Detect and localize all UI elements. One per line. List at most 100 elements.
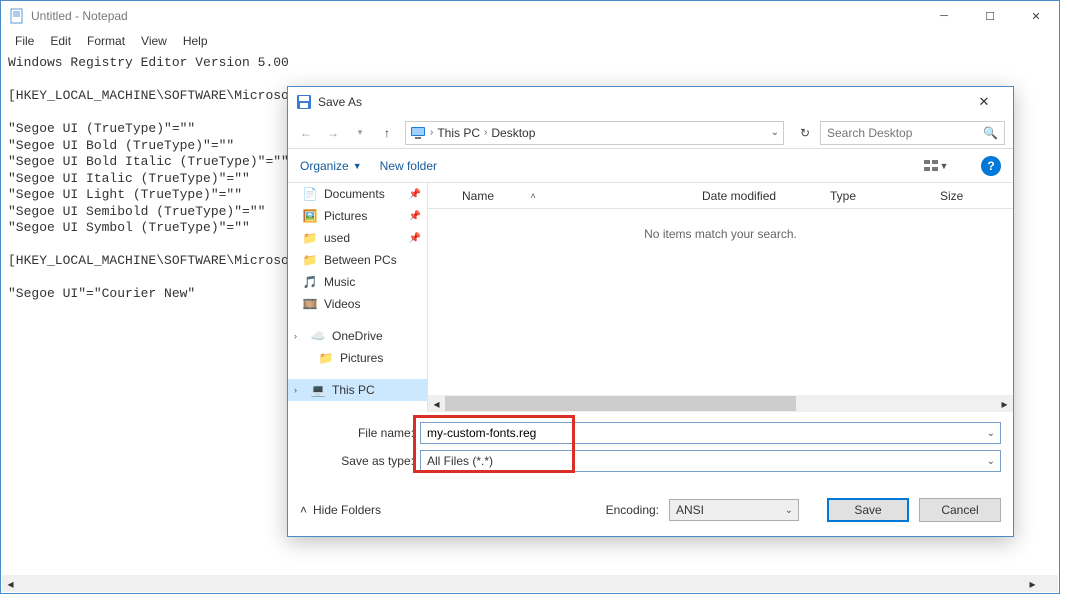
breadcrumb-folder[interactable]: Desktop [491,126,535,140]
navigation-pane[interactable]: 📄Documents📌 🖼️Pictures📌 📁used📌 📁Between … [288,183,428,412]
address-dropdown-icon[interactable]: ⌄ [771,127,779,138]
dialog-close-button[interactable]: ✕ [963,88,1005,116]
chevron-right-icon[interactable]: › [294,331,304,341]
notepad-hscrollbar[interactable]: ◂ ▸ [2,575,1041,592]
nav-item-videos[interactable]: 🎞️Videos [288,293,427,315]
search-icon[interactable]: 🔍 [983,126,998,140]
file-list-hscrollbar[interactable]: ◂ ▸ [428,395,1013,412]
this-pc-icon [410,125,426,141]
menu-format[interactable]: Format [79,32,133,50]
column-date[interactable]: Date modified [692,189,820,203]
file-list-pane[interactable]: Name Date modified Type Size No items ma… [428,183,1013,412]
search-input[interactable] [827,126,983,140]
save-icon [296,94,312,110]
nav-item-onedrive[interactable]: ›☁️OneDrive [288,325,427,347]
chevron-down-icon[interactable]: ⌄ [785,505,793,516]
close-button[interactable]: ✕ [1013,1,1059,31]
scroll-right-icon[interactable]: ▸ [1024,575,1041,592]
new-folder-button[interactable]: New folder [380,159,437,173]
chevron-right-icon[interactable]: › [484,127,487,138]
saveastype-label: Save as type: [300,454,420,468]
nav-item-documents[interactable]: 📄Documents📌 [288,183,427,205]
maximize-button[interactable]: ☐ [967,1,1013,31]
forward-button[interactable]: → [321,121,345,145]
scroll-thumb[interactable] [445,396,796,411]
search-box[interactable]: 🔍 [820,121,1005,145]
dialog-footer: ˄ Hide Folders Encoding: ANSI ⌄ Save Can… [288,484,1013,536]
nav-item-between-pcs[interactable]: 📁Between PCs [288,249,427,271]
menu-edit[interactable]: Edit [42,32,79,50]
scroll-right-icon[interactable]: ▸ [996,395,1013,412]
column-type[interactable]: Type [820,189,930,203]
onedrive-icon: ☁️ [310,328,326,344]
chevron-right-icon[interactable]: › [294,385,304,395]
pin-icon: 📌 [409,189,421,200]
notepad-title-bar: Untitled - Notepad ─ ☐ ✕ [1,1,1059,31]
this-pc-icon: 💻 [310,382,326,398]
encoding-dropdown[interactable]: ANSI ⌄ [669,499,799,521]
menu-file[interactable]: File [7,32,42,50]
dialog-title-bar: Save As ✕ [288,87,1013,117]
dialog-nav-bar: ← → ▾ ↑ › This PC › Desktop ⌄ ↻ 🔍 [288,117,1013,149]
folder-icon: 📁 [302,252,318,268]
pictures-icon: 🖼️ [302,208,318,224]
dialog-toolbar: Organize▼ New folder ▼ ? [288,149,1013,183]
menu-view[interactable]: View [133,32,175,50]
videos-icon: 🎞️ [302,296,318,312]
scroll-left-icon[interactable]: ◂ [428,395,445,412]
column-size[interactable]: Size [930,189,990,203]
saveastype-value: All Files (*.*) [427,454,493,468]
dialog-form-area: File name: ⌄ Save as type: All Files (*.… [288,412,1013,484]
refresh-button[interactable]: ↻ [793,121,817,145]
menu-help[interactable]: Help [175,32,216,50]
filename-field[interactable] [427,426,994,440]
recent-dropdown-icon[interactable]: ▾ [348,121,372,145]
scroll-left-icon[interactable]: ◂ [2,575,19,592]
dialog-title: Save As [318,95,362,109]
encoding-label: Encoding: [606,503,659,517]
menu-bar: File Edit Format View Help [1,31,1059,51]
column-headers[interactable]: Name Date modified Type Size [428,183,1013,209]
encoding-value: ANSI [676,503,704,517]
address-bar[interactable]: › This PC › Desktop ⌄ [405,121,784,145]
empty-message: No items match your search. [428,227,1013,241]
view-icon [924,159,938,173]
chevron-down-icon[interactable]: ⌄ [987,428,995,439]
organize-button[interactable]: Organize▼ [300,159,362,173]
chevron-right-icon[interactable]: › [430,127,433,138]
hide-folders-button[interactable]: ˄ Hide Folders [300,503,381,517]
cancel-button[interactable]: Cancel [919,498,1001,522]
view-options-button[interactable]: ▼ [917,155,955,177]
chevron-down-icon: ▼ [353,161,362,171]
save-button[interactable]: Save [827,498,909,522]
back-button[interactable]: ← [294,121,318,145]
save-as-dialog: Save As ✕ ← → ▾ ↑ › This PC › Desktop ⌄ … [287,86,1014,537]
minimize-button[interactable]: ─ [921,1,967,31]
pin-icon: 📌 [409,233,421,244]
scroll-corner [1041,575,1058,592]
nav-item-this-pc[interactable]: ›💻This PC [288,379,427,401]
nav-item-pictures[interactable]: 🖼️Pictures📌 [288,205,427,227]
chevron-up-icon: ˄ [300,503,307,517]
column-name[interactable]: Name [452,189,692,203]
notepad-icon [9,8,25,24]
filename-label: File name: [300,426,420,440]
chevron-down-icon[interactable]: ⌄ [987,456,995,467]
scroll-track[interactable] [19,575,1024,592]
folder-icon: 📁 [302,230,318,246]
up-button[interactable]: ↑ [375,121,399,145]
help-button[interactable]: ? [981,156,1001,176]
window-title: Untitled - Notepad [31,9,128,23]
nav-item-used[interactable]: 📁used📌 [288,227,427,249]
folder-icon: 📁 [318,350,334,366]
music-icon: 🎵 [302,274,318,290]
nav-item-music[interactable]: 🎵Music [288,271,427,293]
chevron-down-icon: ▼ [940,161,949,171]
saveastype-dropdown[interactable]: All Files (*.*) ⌄ [420,450,1001,472]
breadcrumb-root[interactable]: This PC [437,126,480,140]
window-controls: ─ ☐ ✕ [921,1,1059,31]
nav-item-onedrive-pictures[interactable]: 📁Pictures [288,347,427,369]
pin-icon: 📌 [409,211,421,222]
filename-input[interactable]: ⌄ [420,422,1001,444]
documents-icon: 📄 [302,186,318,202]
